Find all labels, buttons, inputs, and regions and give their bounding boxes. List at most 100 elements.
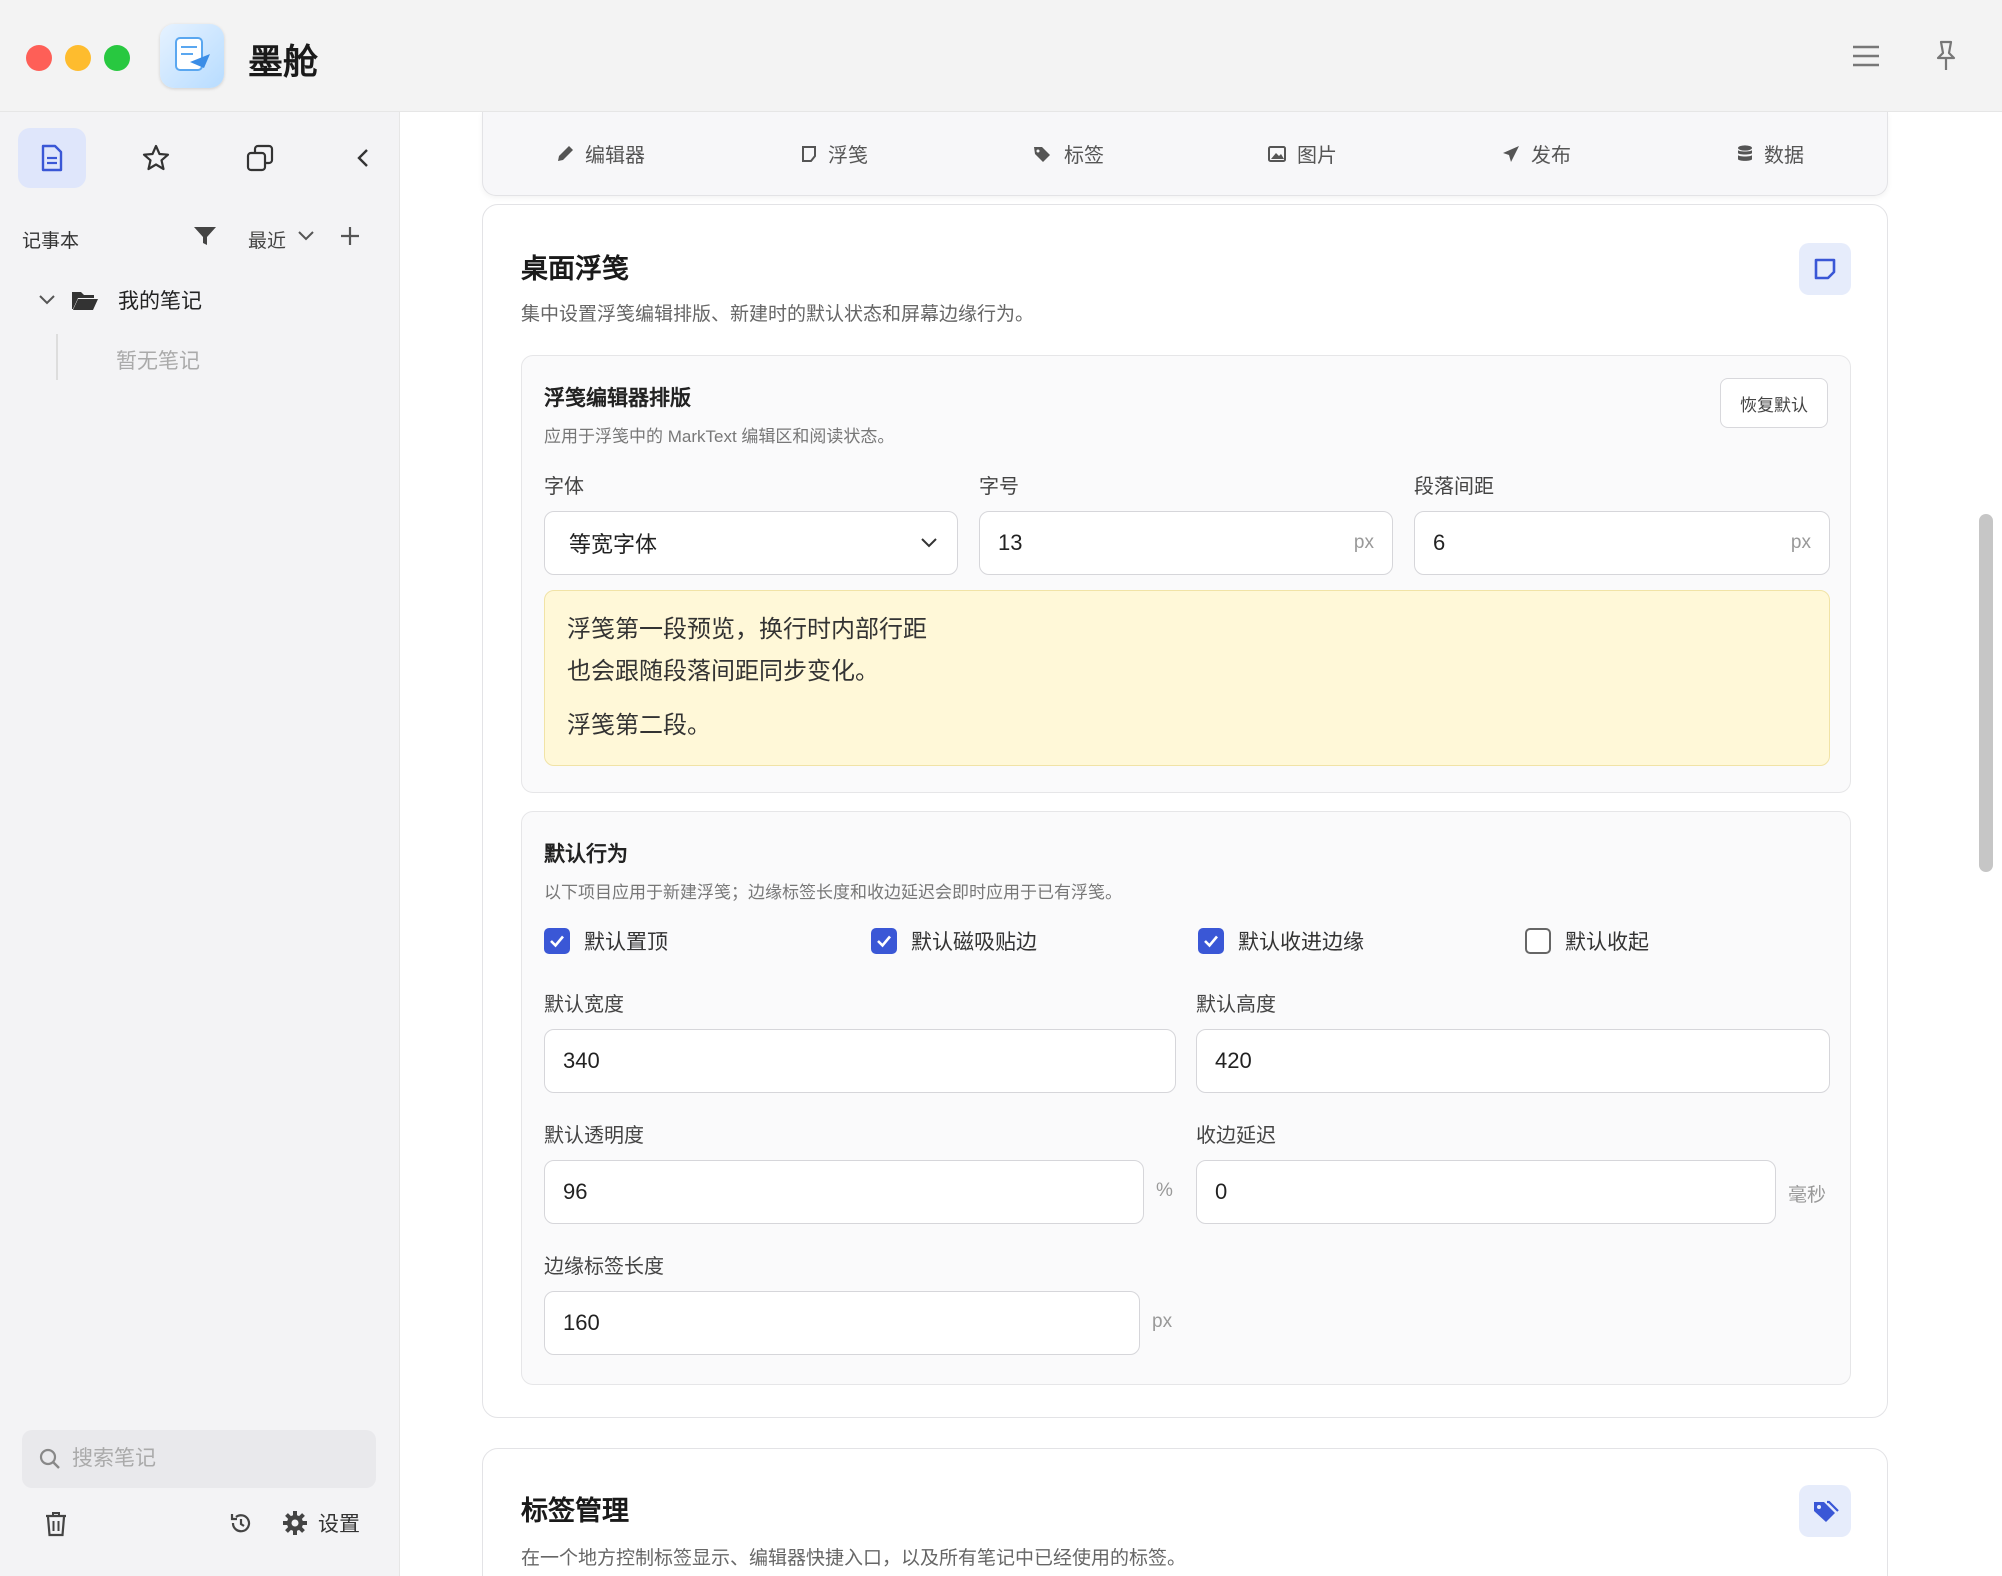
font-size-unit: px (1353, 532, 1374, 553)
checkbox-label: 默认置顶 (584, 931, 668, 954)
history-icon[interactable] (228, 1510, 254, 1541)
default-behavior-section: 默认行为 以下项目应用于新建浮笺；边缘标签长度和收边延迟会即时应用于已有浮笺。 … (521, 811, 1851, 1385)
notes-view-button[interactable] (18, 128, 86, 188)
duplicate-view-button[interactable] (226, 128, 294, 188)
height-label: 默认高度 (1196, 994, 1276, 1016)
empty-notes-label: 暂无笔记 (116, 350, 200, 373)
tab-publish[interactable]: 发布 (1419, 139, 1653, 168)
edge-tab-length-field[interactable] (544, 1291, 1140, 1355)
preview-line: 浮笺第一段预览，换行时内部行距 (567, 616, 927, 643)
tab-label: 浮笺 (828, 145, 868, 167)
app-logo-icon (160, 24, 224, 88)
tab-label: 标签 (1064, 145, 1104, 167)
add-note-button[interactable] (338, 224, 362, 254)
close-window-button[interactable] (26, 45, 52, 71)
desktop-notes-title: 桌面浮笺 (521, 254, 629, 284)
copy-icon (246, 144, 274, 172)
tag-management-description: 在一个地方控制标签显示、编辑器快捷入口，以及所有笔记中已经使用的标签。 (521, 1548, 1187, 1569)
tab-images[interactable]: 图片 (1185, 139, 1419, 168)
layout-description: 应用于浮笺中的 MarkText 编辑区和阅读状态。 (544, 427, 895, 446)
chevron-down-icon[interactable] (296, 226, 316, 252)
layout-preview: 浮笺第一段预览，换行时内部行距 也会跟随段落间距同步变化。 浮笺第二段。 (544, 590, 1830, 766)
star-icon (142, 144, 170, 171)
opacity-unit: % (1156, 1180, 1173, 1201)
paragraph-spacing-input[interactable] (1433, 530, 1791, 556)
spacing-unit: px (1790, 532, 1811, 553)
default-width-field[interactable] (544, 1029, 1176, 1093)
sort-select[interactable]: 最近 (248, 226, 286, 253)
pin-icon[interactable] (1928, 38, 1964, 74)
tab-sticky-notes[interactable]: 浮笺 (717, 139, 951, 168)
checkbox-tuck-edge[interactable]: 默认收进边缘 (1198, 926, 1364, 956)
scrollbar-thumb[interactable] (1979, 514, 1993, 872)
chevron-left-icon (357, 149, 368, 167)
paragraph-spacing-field[interactable]: px (1414, 511, 1830, 575)
filter-icon[interactable] (192, 224, 218, 254)
checkbox-label: 默认收起 (1565, 931, 1649, 954)
sticky-note-icon (1799, 243, 1851, 295)
delay-unit: 毫秒 (1788, 1185, 1827, 1206)
menu-icon[interactable] (1848, 38, 1884, 74)
tags-icon (1034, 146, 1050, 162)
pencil-icon (558, 145, 573, 161)
tag-management-card: 标签管理 在一个地方控制标签显示、编辑器快捷入口，以及所有笔记中已经使用的标签。 (482, 1448, 1888, 1576)
app-title: 墨舱 (248, 43, 319, 82)
width-label: 默认宽度 (544, 994, 624, 1016)
reset-defaults-button[interactable]: 恢复默认 (1720, 378, 1828, 428)
collapse-sidebar-button[interactable] (330, 128, 398, 188)
checkbox-checked-icon[interactable] (871, 928, 897, 954)
tab-data[interactable]: 数据 (1653, 139, 1887, 168)
tab-editor[interactable]: 编辑器 (483, 139, 717, 168)
app-window: 墨舱 记事本 最近 我的笔记 暂无笔记 搜索笔记 设置 编辑器 浮笺 标签 图片… (0, 0, 2002, 1576)
default-width-input[interactable] (563, 1048, 1157, 1074)
delay-label: 收边延迟 (1196, 1125, 1276, 1147)
tag-management-title: 标签管理 (521, 1496, 629, 1526)
default-height-field[interactable] (1196, 1029, 1830, 1093)
desktop-notes-card: 桌面浮笺 集中设置浮笺编辑排版、新建时的默认状态和屏幕边缘行为。 浮笺编辑器排版… (482, 204, 1888, 1418)
plus-icon (341, 227, 359, 245)
default-opacity-input[interactable] (563, 1179, 1125, 1205)
folder-my-notes[interactable]: 我的笔记 (36, 280, 202, 320)
checkbox-checked-icon[interactable] (1198, 928, 1224, 954)
tab-tags[interactable]: 标签 (951, 139, 1185, 168)
tab-label: 发布 (1531, 145, 1571, 167)
notebook-header: 记事本 最近 (22, 220, 372, 256)
font-select[interactable]: 等宽字体 (544, 511, 958, 575)
edge-tab-length-label: 边缘标签长度 (544, 1256, 664, 1278)
settings-button[interactable]: 设置 (282, 1508, 360, 1538)
edge-tab-length-input[interactable] (563, 1310, 1121, 1336)
database-icon (1738, 144, 1752, 161)
title-bar: 墨舱 (0, 0, 2002, 112)
tab-label: 数据 (1764, 145, 1804, 167)
image-icon (1268, 145, 1286, 162)
tree-indent-line (56, 334, 58, 380)
settings-label: 设置 (318, 1513, 360, 1536)
size-label: 字号 (979, 476, 1019, 498)
minimize-window-button[interactable] (65, 45, 91, 71)
folder-label: 我的笔记 (118, 290, 202, 313)
default-opacity-field[interactable] (544, 1160, 1144, 1224)
settings-main: 编辑器 浮笺 标签 图片 发布 数据 桌面浮笺 集中设置浮笺编辑排版、新建时的默… (400, 112, 1966, 1576)
checkbox-collapse[interactable]: 默认收起 (1525, 926, 1649, 956)
search-input[interactable] (72, 1447, 362, 1471)
checkbox-pin-on-top[interactable]: 默认置顶 (544, 926, 668, 956)
behavior-description: 以下项目应用于新建浮笺；边缘标签长度和收边延迟会即时应用于已有浮笺。 (544, 883, 1122, 902)
font-size-field[interactable]: px (979, 511, 1393, 575)
zoom-window-button[interactable] (104, 45, 130, 71)
sticky-note-icon (802, 145, 816, 162)
checkbox-unchecked-icon[interactable] (1525, 928, 1551, 954)
trash-icon[interactable] (44, 1510, 68, 1543)
tuck-delay-field[interactable] (1196, 1160, 1776, 1224)
opacity-label: 默认透明度 (544, 1125, 644, 1147)
default-height-input[interactable] (1215, 1048, 1811, 1074)
tuck-delay-input[interactable] (1215, 1179, 1757, 1205)
checkbox-snap-edge[interactable]: 默认磁吸贴边 (871, 926, 1037, 956)
font-label: 字体 (544, 476, 584, 498)
search-icon (39, 1448, 60, 1469)
search-box[interactable] (22, 1430, 376, 1488)
font-size-input[interactable] (998, 530, 1354, 556)
checkbox-checked-icon[interactable] (544, 928, 570, 954)
behavior-title: 默认行为 (544, 843, 628, 866)
settings-tabs: 编辑器 浮笺 标签 图片 发布 数据 (482, 112, 1888, 196)
favorites-view-button[interactable] (122, 128, 190, 188)
